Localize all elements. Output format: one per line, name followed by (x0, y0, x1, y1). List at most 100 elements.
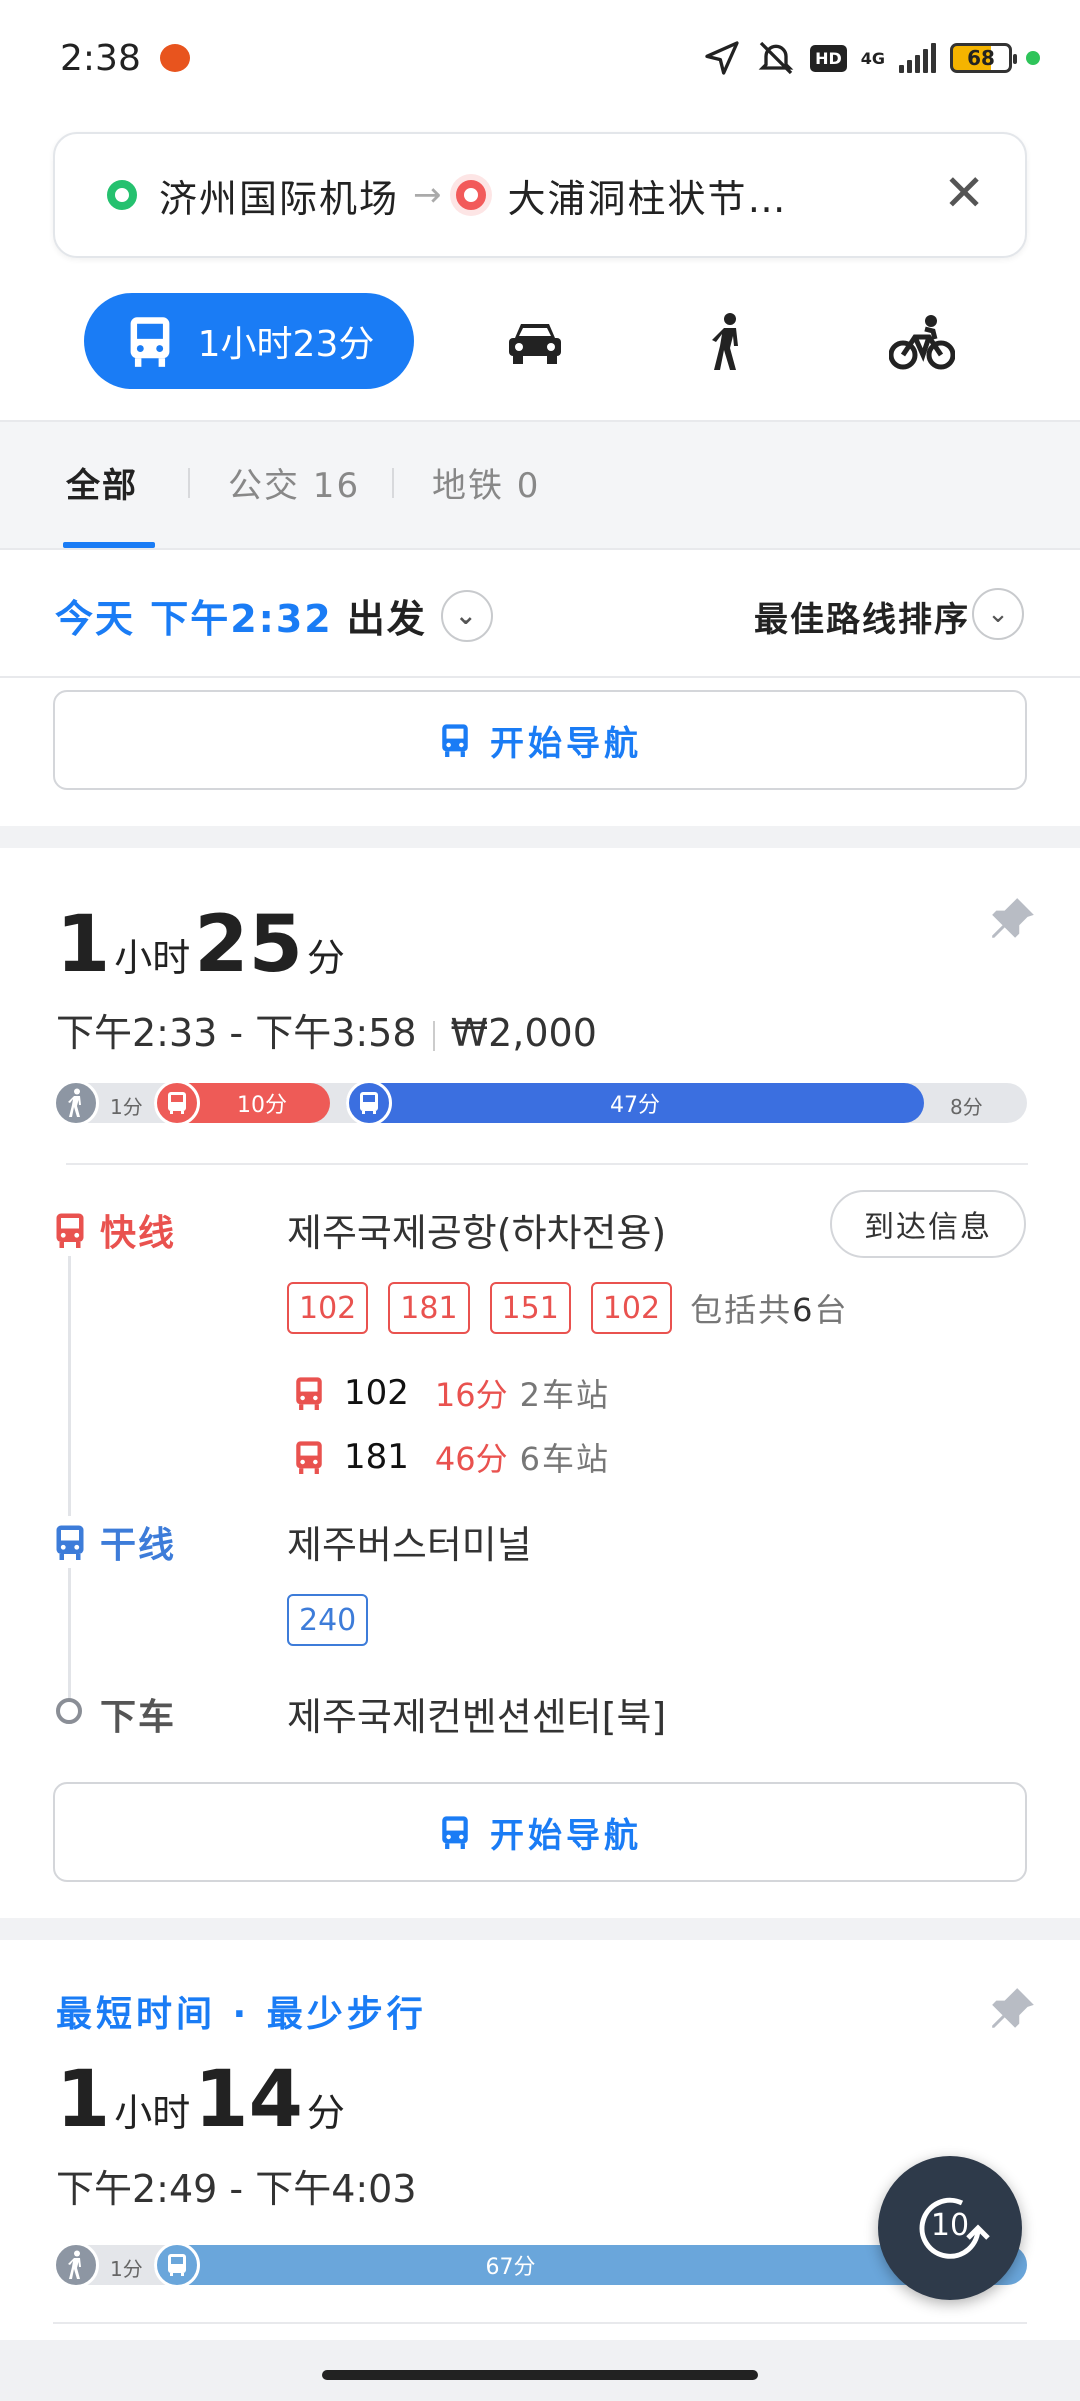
route1-hour-unit: 小时 (114, 936, 191, 980)
alight-marker-icon (56, 1698, 82, 1724)
chevron-down-icon[interactable]: ⌄ (440, 589, 493, 642)
battery-icon: 68 (950, 43, 1017, 73)
route-chip[interactable]: 240 (287, 1594, 369, 1646)
filter-all-tab[interactable]: 全部 (66, 458, 138, 507)
leg3-stop-name[interactable]: 제주국제컨벤션센터[북] (287, 1686, 666, 1741)
route1-fare: ₩2,000 (450, 1011, 597, 1055)
departure-time: 今天 下午2:32 (55, 597, 333, 641)
filter-separator (188, 468, 190, 498)
card-separator (0, 1918, 1080, 1940)
leg1-type: 快线 (52, 1204, 177, 1256)
battery-level: 68 (967, 46, 995, 70)
walk-segment-time: 8分 (950, 1095, 983, 1119)
location-arrow-icon (705, 41, 739, 75)
refresh-timer-button[interactable]: 10 (878, 2156, 1022, 2300)
express-segment-time: 10分 (237, 1093, 287, 1118)
walk-icon (53, 2242, 99, 2288)
total-prefix: 包括共 (690, 1291, 793, 1329)
divider (0, 676, 1080, 678)
leg2-route-chips: 240 (287, 1594, 369, 1646)
destination-text[interactable]: 大浦洞柱状节… (508, 168, 788, 223)
route-chip[interactable]: 151 (489, 1282, 571, 1334)
filter-bus-tab[interactable]: 公交 16 (228, 458, 360, 507)
trunk-bus-segment: 47分 (346, 1083, 924, 1123)
transit-duration: 1小时23分 (197, 324, 375, 365)
leg3-type-label: 下车 (100, 1697, 177, 1738)
departure-time-selector[interactable]: 今天 下午2:32 出发 ⌄ (55, 588, 493, 643)
walk-icon (53, 1080, 99, 1126)
start-navigation-button[interactable]: 开始导航 (53, 1782, 1027, 1882)
mode-walk-tab[interactable] (692, 306, 764, 378)
filter-separator (392, 468, 394, 498)
route1-time-range: 下午2:33 - 下午3:58 (56, 1011, 417, 1055)
close-icon[interactable]: ✕ (943, 168, 985, 218)
filter-subway-tab[interactable]: 地铁 0 (432, 458, 540, 507)
route2-tags: 最短时间 · 最少步行 (56, 1994, 427, 2035)
arrival-minutes: 16分 (434, 1376, 508, 1414)
route1-duration: 1 小时25 分 (56, 900, 349, 990)
bus-icon (130, 317, 170, 367)
leg1-route-chips: 102 181 151 102 包括共6台 (287, 1282, 848, 1334)
leg1-stop-name[interactable]: 제주국제공항(하차전용) (287, 1202, 666, 1257)
pin-icon[interactable] (988, 1984, 1038, 2034)
route2-hour-unit: 小时 (114, 2091, 191, 2135)
separator (432, 1020, 435, 1051)
walk-segment-time: 1分 (110, 1095, 143, 1119)
pin-icon[interactable] (988, 894, 1038, 944)
total-count: 6 (792, 1291, 815, 1329)
leg2-stop-name[interactable]: 제주버스터미널 (287, 1514, 532, 1569)
bus-icon (154, 2242, 200, 2288)
mode-car-tab[interactable] (499, 306, 571, 378)
home-indicator[interactable] (322, 2370, 758, 2380)
divider (66, 1163, 1028, 1165)
bell-muted-icon (758, 41, 794, 75)
status-time: 2:38 (60, 38, 141, 79)
bike-icon (889, 315, 955, 370)
total-suffix: 台 (814, 1291, 849, 1329)
signal-icon (899, 43, 936, 73)
route-chip[interactable]: 102 (590, 1282, 673, 1334)
status-icons: HD 4G 68 (702, 38, 1040, 78)
notification-pumpkin-icon (160, 44, 190, 72)
bus-icon (56, 1213, 84, 1248)
bus-icon (296, 1377, 322, 1410)
route2-duration: 1 小时14 分 (56, 2055, 349, 2145)
walk-icon (712, 313, 738, 370)
start-navigation-button[interactable]: 开始导航 (53, 690, 1027, 790)
refresh-timer-value: 10 (930, 2208, 970, 2243)
origin-text[interactable]: 济州国际机场 (159, 168, 399, 223)
trunk-segment-time: 47分 (610, 1093, 660, 1118)
arrival-info-button[interactable]: 到达信息 (830, 1190, 1026, 1258)
route-search-box[interactable]: 济州国际机场 → 大浦洞柱状节… ✕ (53, 132, 1027, 258)
route1-minutes: 25 (194, 900, 303, 990)
divider (53, 2322, 1027, 2324)
mode-bike-tab[interactable] (886, 306, 958, 378)
walk-segment-time: 1分 (110, 2257, 143, 2281)
route2-time-range: 下午2:49 - 下午4:03 (56, 2167, 417, 2211)
hd-badge: HD (810, 44, 847, 72)
arrival-stops: 6车站 (519, 1440, 611, 1478)
route-chip[interactable]: 102 (287, 1282, 369, 1334)
route2-hours: 1 (56, 2055, 111, 2145)
card-separator (0, 826, 1080, 848)
route-chip[interactable]: 181 (388, 1282, 470, 1334)
departure-suffix: 出发 (346, 597, 427, 641)
network-type: 4G (860, 48, 885, 68)
active-tab-indicator (63, 542, 155, 548)
car-icon (509, 324, 561, 364)
origin-marker-icon (107, 180, 137, 210)
start-navigation-label: 开始导航 (490, 723, 642, 764)
bus-icon (442, 724, 468, 757)
start-navigation-label: 开始导航 (490, 1815, 642, 1856)
route1-minute-unit: 分 (306, 936, 345, 980)
sort-selector[interactable]: 最佳路线排序 (754, 592, 970, 641)
total-routes: 包括共6台 (690, 1285, 848, 1331)
mode-transit-tab[interactable]: 1小时23分 (84, 293, 414, 389)
route-timeline-line (68, 1250, 71, 1710)
arrival-minutes: 46分 (434, 1440, 508, 1478)
arrival-route: 102 (344, 1373, 409, 1413)
destination-marker-icon (455, 180, 486, 210)
bus-segment-time: 67分 (485, 2255, 536, 2280)
chevron-down-icon[interactable]: ⌄ (972, 588, 1024, 640)
bus-icon (296, 1441, 322, 1474)
